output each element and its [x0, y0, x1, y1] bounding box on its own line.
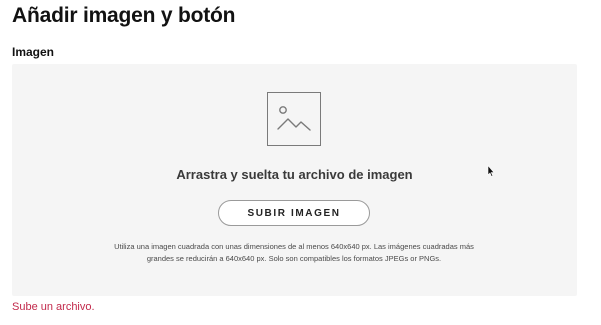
image-section-label: Imagen: [12, 45, 55, 59]
upload-error-message: Sube un archivo.: [12, 301, 95, 313]
image-requirements-text: Utiliza una imagen cuadrada con unas dim…: [64, 241, 524, 265]
page-title: Añadir imagen y botón: [12, 4, 236, 27]
image-dropzone[interactable]: Arrastra y suelta tu archivo de imagen S…: [12, 64, 577, 296]
image-requirements-line-1: Utiliza una imagen cuadrada con unas dim…: [114, 242, 474, 251]
page: Añadir imagen y botón Imagen Arrastra y …: [0, 0, 601, 325]
image-requirements-line-2: grandes se reducirán a 640x640 px. Solo …: [146, 254, 442, 263]
image-placeholder-icon: [267, 92, 321, 146]
mouse-cursor-icon: [487, 165, 495, 177]
upload-image-button[interactable]: SUBIR IMAGEN: [218, 200, 370, 226]
